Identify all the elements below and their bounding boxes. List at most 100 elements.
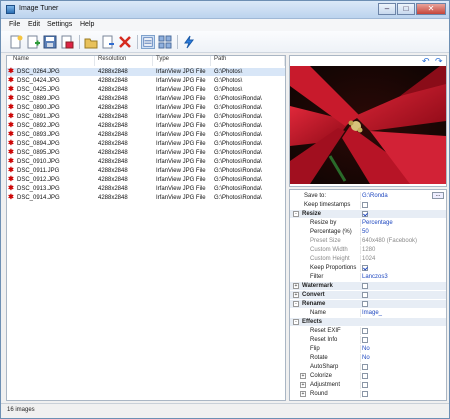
table-row[interactable]: ✱ DSC_0425.JPG 4288x2848 IrfanView JPG File… [7, 86, 285, 94]
property-row-resize[interactable]: - Resize [290, 210, 446, 218]
property-row-effects[interactable]: - Effects [290, 318, 446, 326]
cell-resolution: 4288x2848 [98, 96, 128, 102]
property-row-percentage[interactable]: Percentage (%) 50 [290, 228, 446, 236]
property-value[interactable]: Percentage [362, 219, 393, 227]
table-row[interactable]: ✱ DSC_0911.JPG 4288x2848 IrfanView JPG File… [7, 167, 285, 175]
collapse-icon[interactable]: - [293, 301, 299, 307]
browse-button[interactable]: ... [432, 192, 444, 199]
property-value[interactable]: Lanczos3 [362, 273, 388, 281]
property-row-save-to[interactable]: Save to: G:\Ronda... [290, 192, 446, 200]
column-header-name[interactable]: Name [7, 56, 95, 66]
new-list-icon[interactable] [9, 35, 23, 49]
table-row[interactable]: ✱ DSC_0893.JPG 4288x2848 IrfanView JPG File… [7, 131, 285, 139]
property-row-keep-timestamps[interactable]: Keep timestamps [290, 201, 446, 209]
expand-icon[interactable]: + [300, 391, 306, 397]
collapse-icon[interactable]: - [293, 319, 299, 325]
menu-settings[interactable]: Settings [47, 21, 72, 28]
properties-panel: Save to: G:\Ronda... Keep timestamps - Resiz… [289, 189, 447, 401]
property-row-watermark[interactable]: + Watermark [290, 282, 446, 290]
add-folder-icon[interactable] [84, 35, 98, 49]
table-row[interactable]: ✱ DSC_0894.JPG 4288x2848 IrfanView JPG File… [7, 140, 285, 148]
table-row[interactable]: ✱ DSC_0889.JPG 4288x2848 IrfanView JPG File… [7, 95, 285, 103]
property-checkbox[interactable] [362, 373, 368, 379]
property-checkbox[interactable] [362, 202, 368, 208]
property-checkbox[interactable] [362, 337, 368, 343]
property-checkbox[interactable] [362, 328, 368, 334]
property-row-convert[interactable]: + Convert [290, 291, 446, 299]
title-bar[interactable]: Image Tuner – □ ✕ [1, 1, 449, 19]
property-label: Flip [310, 346, 320, 352]
maximize-button[interactable]: □ [397, 3, 415, 15]
property-value[interactable]: No [362, 345, 370, 353]
thumbnails-view-icon[interactable] [158, 35, 172, 49]
property-row-flip[interactable]: Flip No [290, 345, 446, 353]
unprocessed-icon: ✱ [8, 95, 14, 102]
property-value[interactable]: 50 [362, 228, 369, 236]
save-icon[interactable] [43, 35, 57, 49]
collapse-icon[interactable]: - [293, 211, 299, 217]
property-checkbox[interactable] [362, 391, 368, 397]
property-row-rename[interactable]: - Rename [290, 300, 446, 308]
process-icon[interactable] [182, 35, 196, 49]
property-checkbox[interactable] [362, 265, 368, 271]
property-row-rotate[interactable]: Rotate No [290, 354, 446, 362]
property-row-keep-proportions[interactable]: Keep Proportions [290, 264, 446, 272]
property-row-colorize[interactable]: + Colorize [290, 372, 446, 380]
property-value[interactable]: 640x480 (Facebook) [362, 237, 417, 245]
menu-help[interactable]: Help [80, 21, 94, 28]
property-checkbox[interactable] [362, 382, 368, 388]
table-row[interactable]: ✱ DSC_0424.JPG 4288x2848 IrfanView JPG File… [7, 77, 285, 85]
table-row[interactable]: ✱ DSC_0892.JPG 4288x2848 IrfanView JPG File… [7, 122, 285, 130]
property-row-adjustment[interactable]: + Adjustment [290, 381, 446, 389]
property-value[interactable]: 1280 [362, 246, 375, 254]
minimize-button[interactable]: – [378, 3, 396, 15]
table-row[interactable]: ✱ DSC_0895.JPG 4288x2848 IrfanView JPG File… [7, 149, 285, 157]
table-row[interactable]: ✱ DSC_0891.JPG 4288x2848 IrfanView JPG File… [7, 113, 285, 121]
table-row[interactable]: ✱ DSC_0913.JPG 4288x2848 IrfanView JPG File… [7, 185, 285, 193]
property-checkbox[interactable] [362, 364, 368, 370]
delete-icon[interactable] [118, 35, 132, 49]
file-list[interactable]: Name Resolution Type Path ✱ DSC_0264.JPG 4… [6, 55, 286, 401]
table-row[interactable]: ✱ DSC_0910.JPG 4288x2848 IrfanView JPG File… [7, 158, 285, 166]
property-checkbox[interactable] [362, 211, 368, 217]
expand-icon[interactable]: + [300, 373, 306, 379]
property-row-reset-exif[interactable]: Reset EXIF [290, 327, 446, 335]
details-view-icon[interactable] [141, 35, 155, 49]
property-value[interactable]: G:\Ronda [362, 192, 388, 200]
column-header-resolution[interactable]: Resolution [95, 56, 153, 66]
close-button[interactable]: ✕ [416, 3, 446, 15]
menu-file[interactable]: File [9, 21, 20, 28]
grid-divider [360, 372, 361, 380]
expand-icon[interactable]: + [300, 382, 306, 388]
menu-edit[interactable]: Edit [28, 21, 40, 28]
cell-path: G:\Photos\ [214, 78, 243, 84]
property-value[interactable]: Image_ [362, 309, 382, 317]
add-files-icon[interactable] [26, 35, 40, 49]
property-row-preset-size[interactable]: Preset Size 640x480 (Facebook) [290, 237, 446, 245]
column-header-path[interactable]: Path [211, 56, 285, 66]
property-row-resize-by[interactable]: Resize by Percentage [290, 219, 446, 227]
property-row-reset-info[interactable]: Reset Info [290, 336, 446, 344]
property-row-filter[interactable]: Filter Lanczos3 [290, 273, 446, 281]
table-row[interactable]: ✱ DSC_0914.JPG 4288x2848 IrfanView JPG File… [7, 194, 285, 202]
property-value[interactable]: 1024 [362, 255, 375, 263]
cell-type: IrfanView JPG File [156, 159, 206, 165]
property-checkbox[interactable] [362, 292, 368, 298]
property-row-custom-height[interactable]: Custom Height 1024 [290, 255, 446, 263]
column-header-type[interactable]: Type [153, 56, 211, 66]
table-row[interactable]: ✱ DSC_0264.JPG 4288x2848 IrfanView JPG File… [7, 68, 285, 76]
table-row[interactable]: ✱ DSC_0912.JPG 4288x2848 IrfanView JPG File… [7, 176, 285, 184]
property-row-autosharp[interactable]: AutoSharp [290, 363, 446, 371]
expand-icon[interactable]: + [293, 292, 299, 298]
property-row-name[interactable]: Name Image_ [290, 309, 446, 317]
toolbar-separator [137, 35, 138, 49]
property-checkbox[interactable] [362, 301, 368, 307]
property-value[interactable]: No [362, 354, 370, 362]
property-row-round[interactable]: + Round [290, 390, 446, 398]
property-checkbox[interactable] [362, 283, 368, 289]
print-icon[interactable] [60, 35, 74, 49]
table-row[interactable]: ✱ DSC_0890.JPG 4288x2848 IrfanView JPG File… [7, 104, 285, 112]
property-row-custom-width[interactable]: Custom Width 1280 [290, 246, 446, 254]
remove-icon[interactable] [101, 35, 115, 49]
expand-icon[interactable]: + [293, 283, 299, 289]
